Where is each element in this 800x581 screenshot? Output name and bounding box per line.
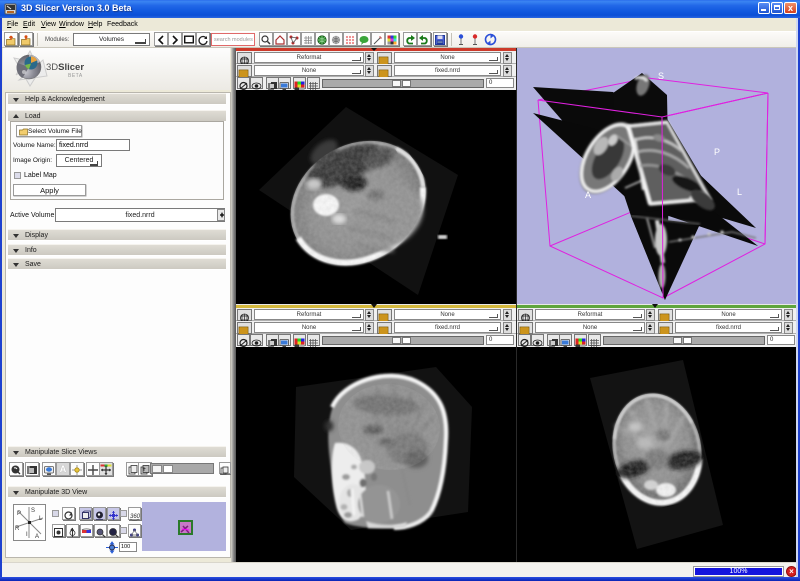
svg-text:L: L [737, 187, 742, 197]
svg-text:R: R [15, 526, 20, 532]
svg-text:A: A [35, 534, 39, 540]
svg-text:S: S [31, 508, 35, 514]
svg-text:L: L [39, 516, 43, 522]
svg-text:A: A [585, 190, 591, 200]
svg-text:P: P [17, 511, 21, 517]
svg-text:I: I [26, 532, 28, 538]
svg-text:S: S [658, 71, 664, 81]
svg-text:P: P [714, 147, 720, 157]
